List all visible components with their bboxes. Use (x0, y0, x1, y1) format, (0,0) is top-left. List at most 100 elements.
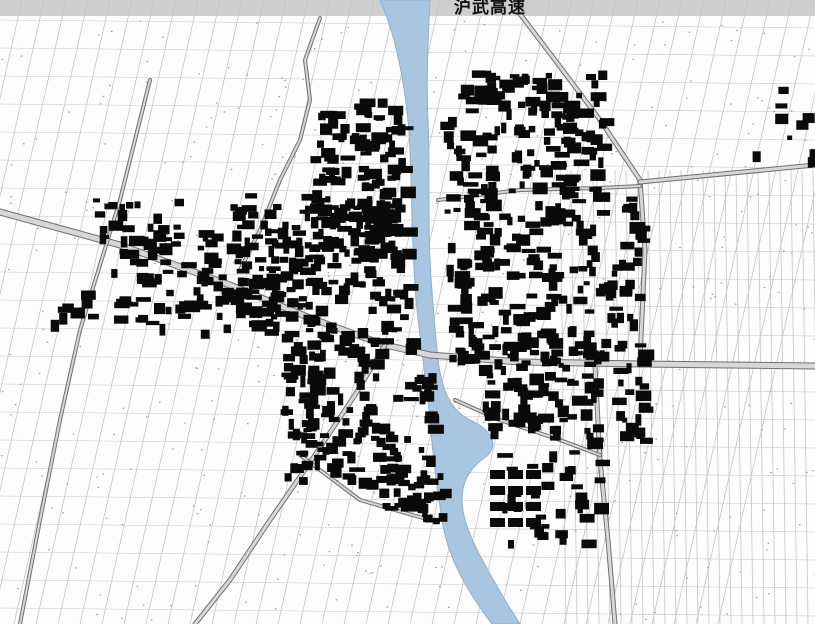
building-far-west (59, 312, 68, 325)
building-main-road (232, 230, 242, 242)
parcel-dot (209, 524, 211, 526)
building-west-core (380, 209, 395, 221)
building-southwest (287, 431, 302, 439)
parcel-dot (283, 554, 286, 556)
parcel-dot (9, 353, 12, 355)
southeast-road (593, 364, 617, 624)
building-northeast (546, 146, 561, 152)
building-east-core (623, 203, 631, 213)
building-east-core (549, 264, 557, 271)
building-west-core (368, 306, 377, 314)
building-west-hamlet (119, 204, 125, 211)
parcel-dot (628, 480, 631, 482)
building-main-road (198, 300, 209, 306)
parcel-dot (153, 262, 156, 265)
parcel-dot (664, 44, 666, 46)
parcel-dot (637, 266, 640, 268)
building-southeast (485, 390, 494, 399)
parcel-dot (763, 286, 766, 289)
parcel-dot (189, 155, 192, 158)
parcel-line (717, 189, 815, 624)
building-northeast (501, 122, 507, 134)
building-main-road (154, 303, 166, 315)
building-southwest (395, 451, 401, 463)
parcel-dot (485, 116, 487, 118)
building-factory-block (526, 518, 541, 527)
parcel-dot (35, 249, 38, 251)
parcel-dot (351, 544, 353, 546)
parcel-line (0, 271, 815, 281)
parcel-dot (35, 461, 38, 463)
parcel-dot (734, 303, 737, 305)
building-south-riverbank (386, 474, 396, 486)
building-west-hamlet (173, 224, 181, 230)
building-northwest (353, 249, 367, 256)
parcel-dot (688, 31, 691, 33)
parcel-line (0, 411, 815, 421)
building-southwest (283, 372, 299, 380)
building-west-core (265, 238, 277, 245)
parcel-dot (644, 618, 647, 621)
parcel-dot (357, 552, 359, 554)
building-east-core (498, 309, 512, 316)
building-west-hamlet (117, 209, 128, 222)
building-southwest (393, 394, 404, 402)
building-east-core (477, 227, 494, 235)
parcel-dot (784, 428, 786, 430)
parcel-dot (730, 39, 733, 42)
building-northeast (478, 96, 494, 105)
building-west-core (245, 193, 258, 199)
building-northeast (484, 70, 492, 76)
building-northeast (481, 184, 488, 196)
parcel-dot (793, 56, 796, 58)
building-southwest (284, 330, 300, 338)
building-main-road (203, 268, 214, 274)
building-east-core (529, 349, 540, 356)
building-northeast (534, 160, 540, 167)
building-southwest (326, 387, 340, 395)
building-far-east (809, 155, 815, 167)
building-west-core (384, 201, 391, 207)
parcel-dot (396, 339, 399, 341)
parcel-line (790, 169, 798, 624)
building-northwest (333, 111, 346, 119)
building-east-core (577, 285, 584, 294)
building-northeast (544, 128, 555, 136)
building-east-core (500, 327, 512, 334)
parcel-dot (811, 470, 814, 472)
building-east-core (546, 207, 558, 213)
parcel-dot (96, 476, 99, 478)
building-southeast (622, 417, 628, 423)
building-southeast (520, 394, 528, 405)
building-southwest (338, 393, 344, 406)
parcel-line (695, 91, 815, 624)
building-west-core (329, 219, 341, 228)
parcel-dot (258, 381, 261, 383)
building-west-core (377, 223, 393, 231)
building-southwest (285, 387, 295, 397)
building-main-road (235, 247, 243, 259)
parcel-dot (447, 606, 450, 608)
building-southeast (593, 378, 604, 389)
parcel-dot (122, 407, 125, 409)
building-east-core (542, 359, 551, 367)
building-southwest (290, 464, 304, 473)
building-west-core (403, 227, 418, 237)
building-northwest (340, 124, 350, 134)
parcel-dot (519, 589, 522, 592)
parcel-dot (79, 345, 82, 348)
parcel-dot (752, 123, 754, 125)
parcel-dot (807, 48, 810, 51)
building-northwest (375, 178, 385, 186)
building-west-hamlet (104, 203, 118, 210)
building-main-road (111, 269, 118, 278)
parcel-dot (121, 617, 123, 619)
parcel-dot (41, 310, 44, 312)
parcel-dot (1, 58, 4, 61)
building-east-core (611, 270, 618, 277)
parcel-dot (370, 82, 373, 84)
parcel-dot (602, 278, 605, 280)
building-factory-block (526, 486, 541, 495)
parcel-dot (711, 293, 714, 295)
parcel-dot (730, 103, 733, 105)
